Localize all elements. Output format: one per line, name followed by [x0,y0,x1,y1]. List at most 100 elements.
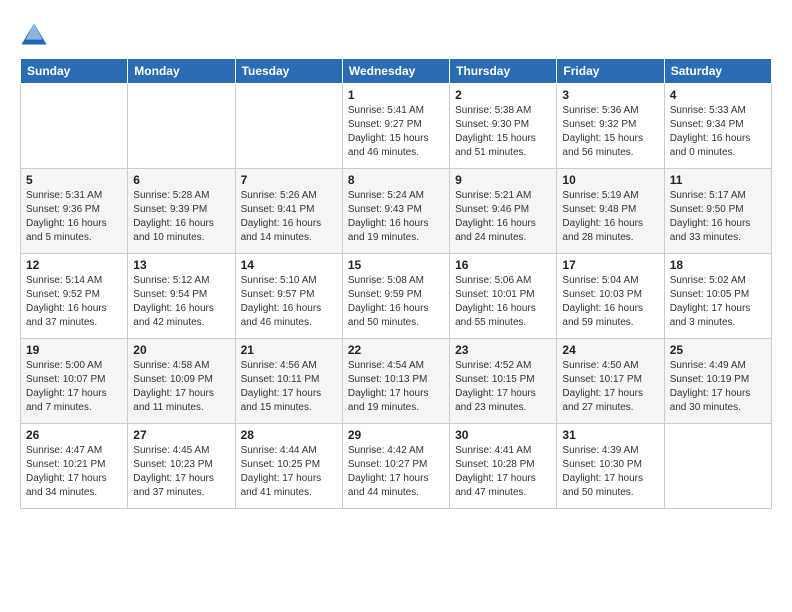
day-number: 7 [241,173,337,187]
calendar-body: 1 Sunrise: 5:41 AMSunset: 9:27 PMDaylight… [21,84,772,509]
day-info: Sunrise: 4:47 AMSunset: 10:21 PMDaylight… [26,444,122,500]
day-info: Sunrise: 4:49 AMSunset: 10:19 PMDaylight… [670,359,766,415]
column-header-tuesday: Tuesday [235,59,342,84]
column-header-monday: Monday [128,59,235,84]
calendar-cell: 12 Sunrise: 5:14 AMSunset: 9:52 PMDayligh… [21,254,128,339]
calendar-cell [664,424,771,509]
day-number: 14 [241,258,337,272]
logo-icon [20,20,48,48]
day-number: 27 [133,428,229,442]
day-number: 21 [241,343,337,357]
page-header [20,20,772,48]
calendar-cell: 5Sunrise: 5:31 AMSunset: 9:36 PMDaylight… [21,169,128,254]
day-number: 29 [348,428,444,442]
calendar-cell: 6Sunrise: 5:28 AMSunset: 9:39 PMDaylight… [128,169,235,254]
day-number: 11 [670,173,766,187]
day-number: 1 [348,88,444,102]
calendar-cell [21,84,128,169]
day-number: 18 [670,258,766,272]
calendar-cell: 25 Sunrise: 4:49 AMSunset: 10:19 PMDaylig… [664,339,771,424]
calendar-cell: 14 Sunrise: 5:10 AMSunset: 9:57 PMDayligh… [235,254,342,339]
day-info: Sunrise: 5:36 AMSunset: 9:32 PMDaylight:… [562,104,658,160]
calendar-cell [128,84,235,169]
day-info: Sunrise: 5:10 AMSunset: 9:57 PMDaylight:… [241,274,337,330]
day-info: Sunrise: 4:58 AMSunset: 10:09 PMDaylight… [133,359,229,415]
logo [20,20,52,48]
day-number: 19 [26,343,122,357]
day-number: 9 [455,173,551,187]
day-number: 6 [133,173,229,187]
calendar-week-2: 5Sunrise: 5:31 AMSunset: 9:36 PMDaylight… [21,169,772,254]
day-number: 31 [562,428,658,442]
calendar-cell: 7 Sunrise: 5:26 AMSunset: 9:41 PMDaylight… [235,169,342,254]
day-info: Sunrise: 5:14 AMSunset: 9:52 PMDaylight:… [26,274,122,330]
calendar-cell: 27 Sunrise: 4:45 AMSunset: 10:23 PMDaylig… [128,424,235,509]
calendar-cell: 31Sunrise: 4:39 AMSunset: 10:30 PMDaylig… [557,424,664,509]
day-info: Sunrise: 5:12 AMSunset: 9:54 PMDaylight:… [133,274,229,330]
day-number: 3 [562,88,658,102]
day-number: 10 [562,173,658,187]
calendar-cell: 9 Sunrise: 5:21 AMSunset: 9:46 PMDaylight… [450,169,557,254]
calendar-cell: 19 Sunrise: 5:00 AMSunset: 10:07 PMDaylig… [21,339,128,424]
day-info: Sunrise: 4:52 AMSunset: 10:15 PMDaylight… [455,359,551,415]
day-info: Sunrise: 5:00 AMSunset: 10:07 PMDaylight… [26,359,122,415]
calendar-cell: 2 Sunrise: 5:38 AMSunset: 9:30 PMDaylight… [450,84,557,169]
day-number: 8 [348,173,444,187]
calendar-cell: 20 Sunrise: 4:58 AMSunset: 10:09 PMDaylig… [128,339,235,424]
calendar-cell: 4Sunrise: 5:33 AMSunset: 9:34 PMDaylight… [664,84,771,169]
calendar-week-4: 19 Sunrise: 5:00 AMSunset: 10:07 PMDaylig… [21,339,772,424]
calendar-cell: 3 Sunrise: 5:36 AMSunset: 9:32 PMDaylight… [557,84,664,169]
day-info: Sunrise: 5:41 AMSunset: 9:27 PMDaylight:… [348,104,444,160]
calendar-cell: 21 Sunrise: 4:56 AMSunset: 10:11 PMDaylig… [235,339,342,424]
day-number: 17 [562,258,658,272]
day-info: Sunrise: 5:17 AMSunset: 9:50 PMDaylight:… [670,189,766,245]
day-number: 25 [670,343,766,357]
day-info: Sunrise: 5:26 AMSunset: 9:41 PMDaylight:… [241,189,337,245]
column-header-thursday: Thursday [450,59,557,84]
day-info: Sunrise: 4:54 AMSunset: 10:13 PMDaylight… [348,359,444,415]
calendar-cell: 30 Sunrise: 4:41 AMSunset: 10:28 PMDaylig… [450,424,557,509]
day-info: Sunrise: 5:38 AMSunset: 9:30 PMDaylight:… [455,104,551,160]
calendar-cell: 24 Sunrise: 4:50 AMSunset: 10:17 PMDaylig… [557,339,664,424]
calendar-cell: 26Sunrise: 4:47 AMSunset: 10:21 PMDaylig… [21,424,128,509]
day-info: Sunrise: 5:04 AMSunset: 10:03 PMDaylight… [562,274,658,330]
day-number: 28 [241,428,337,442]
day-number: 2 [455,88,551,102]
calendar-week-1: 1 Sunrise: 5:41 AMSunset: 9:27 PMDaylight… [21,84,772,169]
calendar-cell: 15Sunrise: 5:08 AMSunset: 9:59 PMDayligh… [342,254,449,339]
day-number: 5 [26,173,122,187]
day-info: Sunrise: 4:50 AMSunset: 10:17 PMDaylight… [562,359,658,415]
calendar-cell: 29 Sunrise: 4:42 AMSunset: 10:27 PMDaylig… [342,424,449,509]
day-info: Sunrise: 5:19 AMSunset: 9:48 PMDaylight:… [562,189,658,245]
calendar-week-5: 26Sunrise: 4:47 AMSunset: 10:21 PMDaylig… [21,424,772,509]
day-number: 24 [562,343,658,357]
day-number: 4 [670,88,766,102]
calendar: SundayMondayTuesdayWednesdayThursdayFrid… [20,58,772,509]
calendar-cell [235,84,342,169]
day-info: Sunrise: 4:42 AMSunset: 10:27 PMDaylight… [348,444,444,500]
calendar-cell: 13Sunrise: 5:12 AMSunset: 9:54 PMDayligh… [128,254,235,339]
day-number: 30 [455,428,551,442]
calendar-cell: 16 Sunrise: 5:06 AMSunset: 10:01 PMDaylig… [450,254,557,339]
column-header-wednesday: Wednesday [342,59,449,84]
day-info: Sunrise: 4:56 AMSunset: 10:11 PMDaylight… [241,359,337,415]
day-number: 12 [26,258,122,272]
column-header-saturday: Saturday [664,59,771,84]
day-info: Sunrise: 4:41 AMSunset: 10:28 PMDaylight… [455,444,551,500]
calendar-header-row: SundayMondayTuesdayWednesdayThursdayFrid… [21,59,772,84]
day-number: 22 [348,343,444,357]
day-info: Sunrise: 4:45 AMSunset: 10:23 PMDaylight… [133,444,229,500]
calendar-cell: 10 Sunrise: 5:19 AMSunset: 9:48 PMDayligh… [557,169,664,254]
day-number: 20 [133,343,229,357]
day-info: Sunrise: 5:24 AMSunset: 9:43 PMDaylight:… [348,189,444,245]
day-number: 16 [455,258,551,272]
day-info: Sunrise: 4:44 AMSunset: 10:25 PMDaylight… [241,444,337,500]
day-info: Sunrise: 5:06 AMSunset: 10:01 PMDaylight… [455,274,551,330]
day-info: Sunrise: 5:21 AMSunset: 9:46 PMDaylight:… [455,189,551,245]
calendar-cell: 1 Sunrise: 5:41 AMSunset: 9:27 PMDaylight… [342,84,449,169]
calendar-cell: 17 Sunrise: 5:04 AMSunset: 10:03 PMDaylig… [557,254,664,339]
column-header-friday: Friday [557,59,664,84]
day-number: 23 [455,343,551,357]
calendar-cell: 22 Sunrise: 4:54 AMSunset: 10:13 PMDaylig… [342,339,449,424]
calendar-cell: 18Sunrise: 5:02 AMSunset: 10:05 PMDaylig… [664,254,771,339]
